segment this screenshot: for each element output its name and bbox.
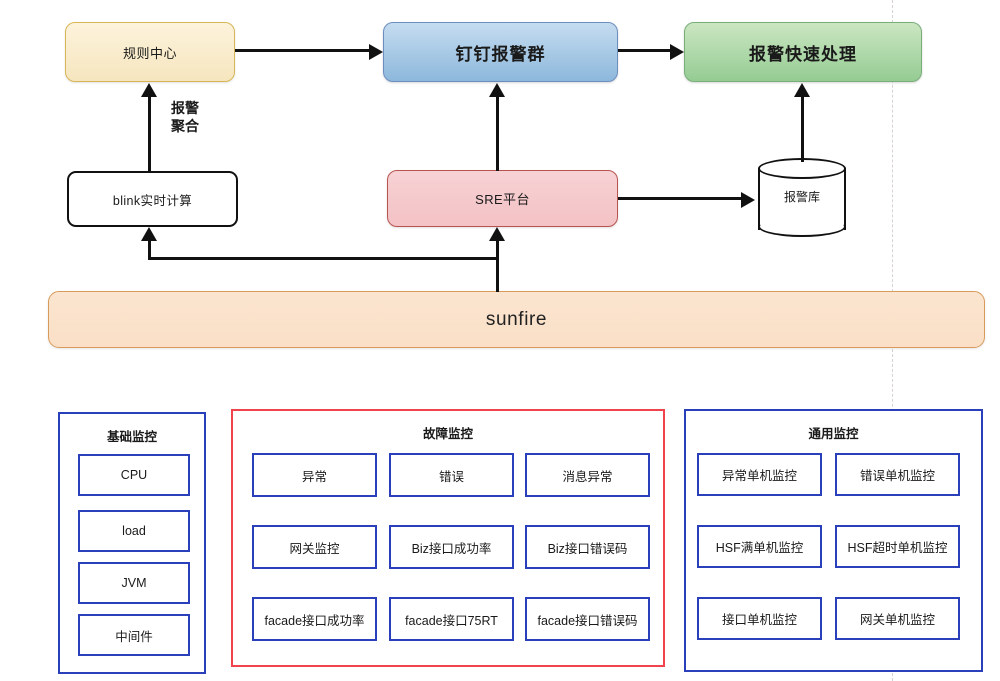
node-blink-realtime-label: blink实时计算 bbox=[112, 193, 193, 208]
edge-sre-to-database bbox=[618, 197, 741, 200]
node-sre-platform[interactable]: SRE平台 bbox=[387, 170, 618, 227]
edge-sunfire-horizontal-bus bbox=[148, 257, 499, 260]
panel-fault-monitoring-title: 故障监控 bbox=[422, 427, 473, 441]
chip-fault-3-label: 网关监控 bbox=[289, 541, 340, 556]
chip-basic-1-label: load bbox=[122, 524, 146, 538]
chip-fault-8-label: facade接口错误码 bbox=[537, 613, 638, 628]
chip-fault-3[interactable]: 网关监控 bbox=[252, 525, 377, 569]
chip-fault-8[interactable]: facade接口错误码 bbox=[525, 597, 650, 641]
chip-common-0[interactable]: 异常单机监控 bbox=[697, 453, 822, 496]
edge-sunfire-riser bbox=[496, 257, 499, 292]
chip-basic-3-label: 中间件 bbox=[115, 629, 153, 644]
node-sunfire-label: sunfire bbox=[485, 308, 548, 330]
panel-basic-monitoring: 基础监控 CPU load JVM 中间件 bbox=[58, 412, 206, 674]
chip-fault-4[interactable]: Biz接口成功率 bbox=[389, 525, 514, 569]
chip-common-5[interactable]: 网关单机监控 bbox=[835, 597, 960, 640]
chip-common-4[interactable]: 接口单机监控 bbox=[697, 597, 822, 640]
edge-blink-to-rule-arrowhead bbox=[141, 83, 157, 97]
chip-common-3[interactable]: HSF超时单机监控 bbox=[835, 525, 960, 568]
panel-fault-monitoring: 故障监控 异常 错误 消息异常 网关监控 Biz接口成功率 Biz接口错误码 f… bbox=[231, 409, 665, 667]
node-fast-handle-label: 报警快速处理 bbox=[749, 44, 857, 64]
panel-common-monitoring-title: 通用监控 bbox=[808, 427, 859, 441]
chip-fault-1-label: 错误 bbox=[438, 469, 464, 484]
chip-common-1[interactable]: 错误单机监控 bbox=[835, 453, 960, 496]
edge-sunfire-to-blink-arrowhead bbox=[141, 227, 157, 241]
node-rule-center[interactable]: 规则中心 bbox=[65, 22, 235, 82]
node-dingding-alarm-group-label: 钉钉报警群 bbox=[455, 44, 546, 64]
chip-basic-0[interactable]: CPU bbox=[78, 454, 190, 496]
node-rule-center-label: 规则中心 bbox=[122, 45, 177, 61]
chip-common-4-label: 接口单机监控 bbox=[721, 613, 797, 627]
chip-fault-5-label: Biz接口错误码 bbox=[547, 541, 628, 556]
edge-sunfire-to-sre-stem bbox=[496, 240, 499, 259]
panel-basic-monitoring-title: 基础监控 bbox=[106, 430, 157, 444]
edge-sre-to-database-arrowhead bbox=[741, 192, 755, 208]
architecture-diagram: 规则中心 钉钉报警群 报警快速处理 blink实时计算 SRE平台 报警库 su… bbox=[0, 0, 1000, 681]
chip-basic-0-label: CPU bbox=[120, 468, 148, 482]
chip-fault-1[interactable]: 错误 bbox=[389, 453, 514, 497]
chip-common-0-label: 异常单机监控 bbox=[721, 469, 797, 483]
edge-sre-to-dingding-arrowhead bbox=[489, 83, 505, 97]
edge-sunfire-to-blink-stem bbox=[148, 240, 151, 259]
panel-common-monitoring: 通用监控 异常单机监控 错误单机监控 HSF满单机监控 HSF超时单机监控 接口… bbox=[684, 409, 983, 672]
edge-rule-to-dingding bbox=[235, 49, 369, 52]
chip-fault-7-label: facade接口75RT bbox=[405, 613, 498, 628]
edge-blink-to-rule bbox=[148, 96, 151, 172]
edge-label-alarm-aggregation-line2: 聚合 bbox=[171, 117, 199, 134]
edge-label-alarm-aggregation-line1: 报警 bbox=[171, 100, 199, 116]
chip-fault-6-label: facade接口成功率 bbox=[264, 613, 365, 628]
chip-fault-5[interactable]: Biz接口错误码 bbox=[525, 525, 650, 569]
chip-common-3-label: HSF超时单机监控 bbox=[847, 541, 948, 555]
node-sre-platform-label: SRE平台 bbox=[475, 192, 530, 207]
chip-basic-2[interactable]: JVM bbox=[78, 562, 190, 604]
chip-basic-2-label: JVM bbox=[121, 576, 147, 590]
chip-fault-2[interactable]: 消息异常 bbox=[525, 453, 650, 497]
chip-fault-0[interactable]: 异常 bbox=[252, 453, 377, 497]
node-alarm-database[interactable]: 报警库 bbox=[758, 158, 846, 238]
edge-database-to-handle-arrowhead bbox=[794, 83, 810, 97]
edge-dingding-to-handle-arrowhead bbox=[670, 44, 684, 60]
chip-fault-7[interactable]: facade接口75RT bbox=[389, 597, 514, 641]
edge-sunfire-to-sre-arrowhead bbox=[489, 227, 505, 241]
edge-sre-to-dingding bbox=[496, 96, 499, 171]
node-fast-handle[interactable]: 报警快速处理 bbox=[684, 22, 922, 82]
chip-fault-0-label: 异常 bbox=[301, 469, 327, 484]
chip-common-2[interactable]: HSF满单机监控 bbox=[697, 525, 822, 568]
chip-basic-3[interactable]: 中间件 bbox=[78, 614, 190, 656]
edge-label-alarm-aggregation: 报警 聚合 bbox=[158, 100, 212, 135]
chip-fault-6[interactable]: facade接口成功率 bbox=[252, 597, 377, 641]
edge-database-to-handle bbox=[801, 96, 804, 162]
node-dingding-alarm-group[interactable]: 钉钉报警群 bbox=[383, 22, 618, 82]
chip-common-1-label: 错误单机监控 bbox=[859, 469, 935, 483]
chip-fault-2-label: 消息异常 bbox=[562, 469, 613, 484]
edge-dingding-to-handle bbox=[618, 49, 670, 52]
chip-fault-4-label: Biz接口成功率 bbox=[411, 541, 492, 556]
chip-basic-1[interactable]: load bbox=[78, 510, 190, 552]
node-sunfire[interactable]: sunfire bbox=[48, 291, 985, 348]
chip-common-2-label: HSF满单机监控 bbox=[715, 541, 804, 555]
chip-common-5-label: 网关单机监控 bbox=[859, 613, 935, 627]
node-blink-realtime[interactable]: blink实时计算 bbox=[67, 171, 238, 227]
edge-rule-to-dingding-arrowhead bbox=[369, 44, 383, 60]
node-alarm-database-label: 报警库 bbox=[783, 190, 820, 204]
